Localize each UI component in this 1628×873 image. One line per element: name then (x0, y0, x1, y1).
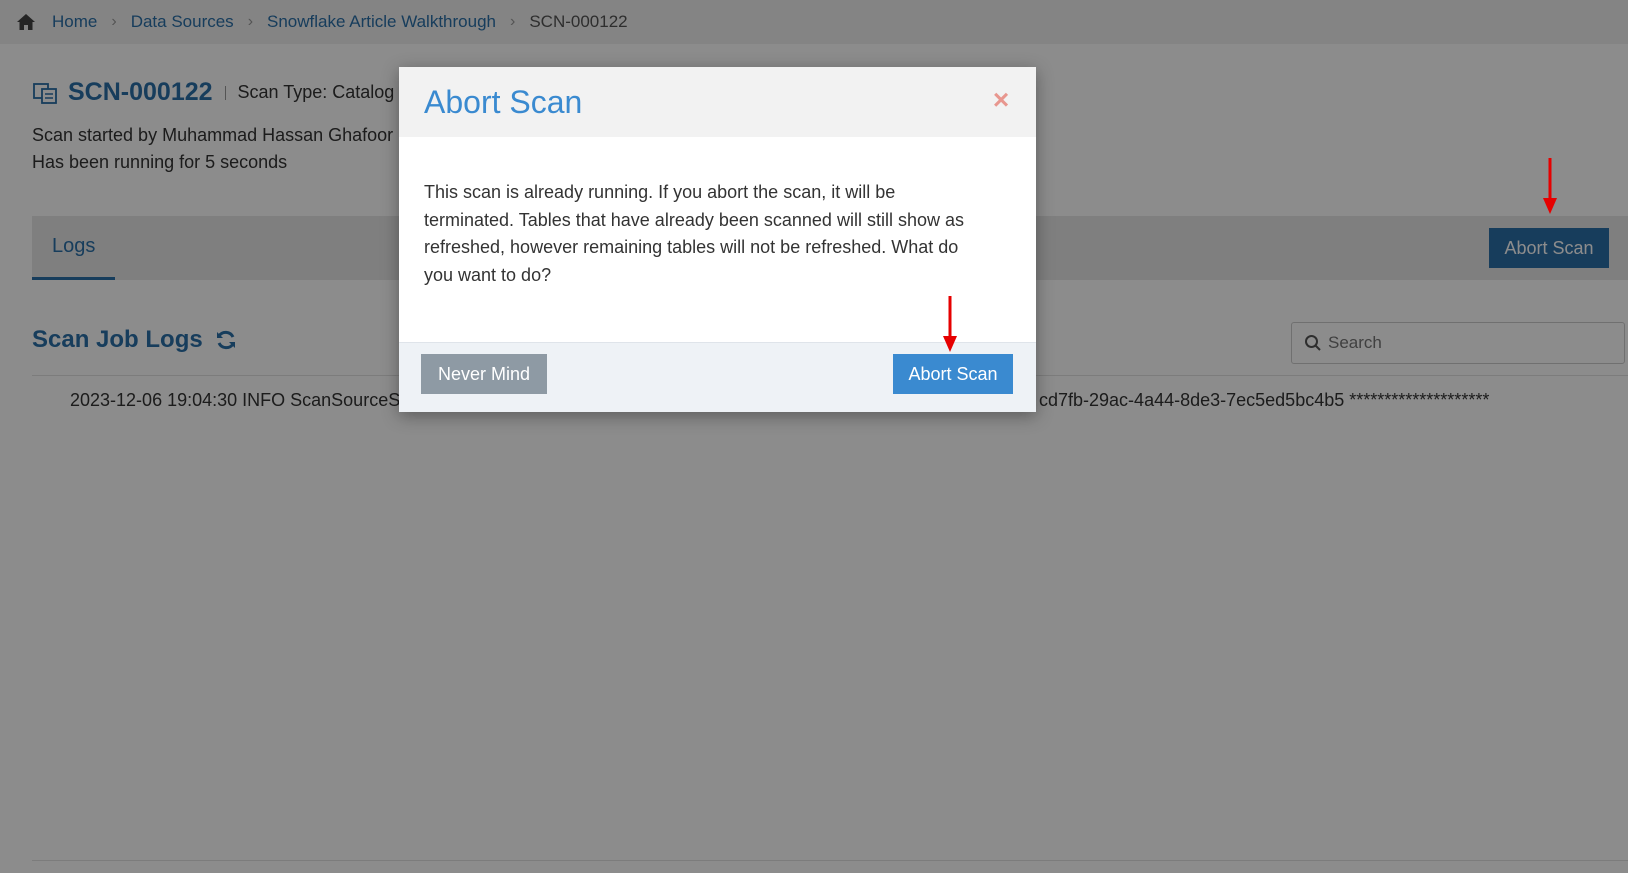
confirm-abort-button[interactable]: Abort Scan (893, 354, 1013, 394)
arrow-down-icon (943, 296, 957, 352)
modal-title: Abort Scan (424, 83, 583, 120)
abort-scan-modal: Abort Scan × This scan is already runnin… (399, 67, 1036, 412)
modal-message: This scan is already running. If you abo… (424, 182, 964, 285)
never-mind-button[interactable]: Never Mind (421, 354, 547, 394)
close-icon[interactable]: × (990, 84, 1012, 115)
arrow-down-icon (1543, 158, 1557, 214)
modal-header: Abort Scan × (399, 67, 1036, 137)
